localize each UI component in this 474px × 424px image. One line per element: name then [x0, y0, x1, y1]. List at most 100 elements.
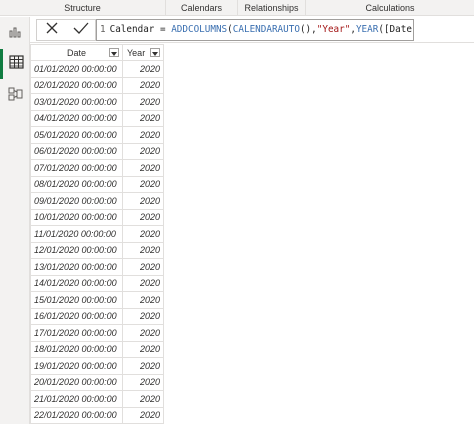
formula-equals: = [154, 24, 172, 35]
table-row[interactable]: 07/01/2020 00:00:00 2020 [30, 159, 164, 177]
column-header-label: Year [127, 47, 146, 58]
formula-args: ([Date])) [378, 24, 413, 35]
date-cell[interactable]: 18/01/2020 00:00:00 [30, 340, 123, 358]
table-row[interactable]: 15/01/2020 00:00:00 2020 [30, 291, 164, 309]
table-row[interactable]: 12/01/2020 00:00:00 2020 [30, 241, 164, 259]
year-cell[interactable]: 2020 [122, 324, 164, 342]
table-row[interactable]: 10/01/2020 00:00:00 2020 [30, 208, 164, 226]
formula-line-number: 1 [100, 24, 106, 35]
year-cell[interactable]: 2020 [122, 274, 164, 292]
date-cell[interactable]: 12/01/2020 00:00:00 [30, 241, 123, 259]
year-cell[interactable]: 2020 [122, 258, 164, 276]
date-cell[interactable]: 20/01/2020 00:00:00 [30, 373, 123, 391]
year-cell[interactable]: 2020 [122, 109, 164, 127]
date-cell[interactable]: 09/01/2020 00:00:00 [30, 192, 123, 210]
year-cell[interactable]: 2020 [122, 357, 164, 375]
formula-function-addcolumns: ADDCOLUMNS [171, 24, 228, 35]
close-icon [45, 21, 59, 40]
date-cell[interactable]: 22/01/2020 00:00:00 [30, 406, 123, 424]
date-cell[interactable]: 05/01/2020 00:00:00 [30, 126, 123, 144]
date-cell[interactable]: 17/01/2020 00:00:00 [30, 324, 123, 342]
table-row[interactable]: 08/01/2020 00:00:00 2020 [30, 175, 164, 193]
formula-string-year: "Year" [316, 24, 351, 35]
year-cell[interactable]: 2020 [122, 225, 164, 243]
column-header-date[interactable]: Date [30, 44, 123, 61]
year-cell[interactable]: 2020 [122, 142, 164, 160]
year-cell[interactable]: 2020 [122, 390, 164, 408]
formula-input[interactable]: 1 Calendar = ADDCOLUMNS(CALENDARAUTO(),"Y… [96, 19, 414, 41]
formula-bar: 1 Calendar = ADDCOLUMNS(CALENDARAUTO(),"Y… [30, 17, 474, 43]
report-view-button[interactable] [0, 19, 30, 49]
model-view-button[interactable] [0, 81, 30, 111]
table-header-row: Date Year [30, 44, 164, 61]
year-cell[interactable]: 2020 [122, 208, 164, 226]
date-cell[interactable]: 02/01/2020 00:00:00 [30, 76, 123, 94]
column-header-year[interactable]: Year [122, 44, 164, 61]
date-cell[interactable]: 04/01/2020 00:00:00 [30, 109, 123, 127]
table-row[interactable]: 05/01/2020 00:00:00 2020 [30, 126, 164, 144]
table-row[interactable]: 16/01/2020 00:00:00 2020 [30, 307, 164, 325]
calendar-table: Date Year 01/01/2020 00:00:00 2020 02/01… [30, 44, 164, 424]
year-cell[interactable]: 2020 [122, 126, 164, 144]
filter-dropdown-button[interactable] [109, 48, 119, 57]
ribbon-group-calculations: Calculations [365, 3, 415, 13]
table-row[interactable]: 01/01/2020 00:00:00 2020 [30, 60, 164, 78]
year-cell[interactable]: 2020 [122, 291, 164, 309]
table-row[interactable]: 11/01/2020 00:00:00 2020 [30, 225, 164, 243]
table-row[interactable]: 18/01/2020 00:00:00 2020 [30, 340, 164, 358]
ribbon-group-structure: Structure [0, 0, 166, 16]
table-row[interactable]: 21/01/2020 00:00:00 2020 [30, 390, 164, 408]
commit-formula-button[interactable] [70, 20, 92, 40]
date-cell[interactable]: 16/01/2020 00:00:00 [30, 307, 123, 325]
ribbon-group-labels: Structure Calendars Relationships Calcul… [0, 0, 474, 16]
table-row[interactable]: 06/01/2020 00:00:00 2020 [30, 142, 164, 160]
table-row[interactable]: 17/01/2020 00:00:00 2020 [30, 324, 164, 342]
formula-function-year: YEAR [355, 24, 379, 35]
date-cell[interactable]: 21/01/2020 00:00:00 [30, 390, 123, 408]
table-row[interactable]: 03/01/2020 00:00:00 2020 [30, 93, 164, 111]
date-cell[interactable]: 10/01/2020 00:00:00 [30, 208, 123, 226]
data-view-button[interactable] [0, 49, 30, 79]
year-cell[interactable]: 2020 [122, 307, 164, 325]
table-row[interactable]: 13/01/2020 00:00:00 2020 [30, 258, 164, 276]
date-cell[interactable]: 06/01/2020 00:00:00 [30, 142, 123, 160]
table-row[interactable]: 22/01/2020 00:00:00 2020 [30, 406, 164, 424]
table-row[interactable]: 14/01/2020 00:00:00 2020 [30, 274, 164, 292]
year-cell[interactable]: 2020 [122, 93, 164, 111]
date-cell[interactable]: 03/01/2020 00:00:00 [30, 93, 123, 111]
date-cell[interactable]: 13/01/2020 00:00:00 [30, 258, 123, 276]
data-grid: Date Year 01/01/2020 00:00:00 2020 02/01… [30, 44, 474, 424]
date-cell[interactable]: 01/01/2020 00:00:00 [30, 60, 123, 78]
date-cell[interactable]: 07/01/2020 00:00:00 [30, 159, 123, 177]
year-cell[interactable]: 2020 [122, 241, 164, 259]
year-cell[interactable]: 2020 [122, 373, 164, 391]
filter-dropdown-button[interactable] [150, 48, 160, 57]
formula-table-name: Calendar [109, 24, 155, 35]
year-cell[interactable]: 2020 [122, 406, 164, 424]
date-cell[interactable]: 11/01/2020 00:00:00 [30, 225, 123, 243]
year-cell[interactable]: 2020 [122, 192, 164, 210]
year-cell[interactable]: 2020 [122, 340, 164, 358]
date-cell[interactable]: 08/01/2020 00:00:00 [30, 175, 123, 193]
table-row[interactable]: 09/01/2020 00:00:00 2020 [30, 192, 164, 210]
ribbon-group-relationships: Relationships [238, 0, 306, 16]
date-cell[interactable]: 14/01/2020 00:00:00 [30, 274, 123, 292]
date-cell[interactable]: 15/01/2020 00:00:00 [30, 291, 123, 309]
formula-paren-comma: (), [299, 24, 317, 35]
table-row[interactable]: 20/01/2020 00:00:00 2020 [30, 373, 164, 391]
cancel-formula-button[interactable] [41, 20, 63, 40]
year-cell[interactable]: 2020 [122, 175, 164, 193]
year-cell[interactable]: 2020 [122, 76, 164, 94]
ribbon-group-calendars: Calendars [166, 0, 238, 16]
chevron-down-icon [111, 48, 117, 58]
table-row[interactable]: 04/01/2020 00:00:00 2020 [30, 109, 164, 127]
year-cell[interactable]: 2020 [122, 60, 164, 78]
checkmark-icon [73, 21, 89, 40]
date-cell[interactable]: 19/01/2020 00:00:00 [30, 357, 123, 375]
table-icon [9, 54, 24, 74]
table-row[interactable]: 02/01/2020 00:00:00 2020 [30, 76, 164, 94]
formula-actions [36, 19, 96, 41]
table-row[interactable]: 19/01/2020 00:00:00 2020 [30, 357, 164, 375]
year-cell[interactable]: 2020 [122, 159, 164, 177]
model-view-icon [8, 87, 23, 106]
